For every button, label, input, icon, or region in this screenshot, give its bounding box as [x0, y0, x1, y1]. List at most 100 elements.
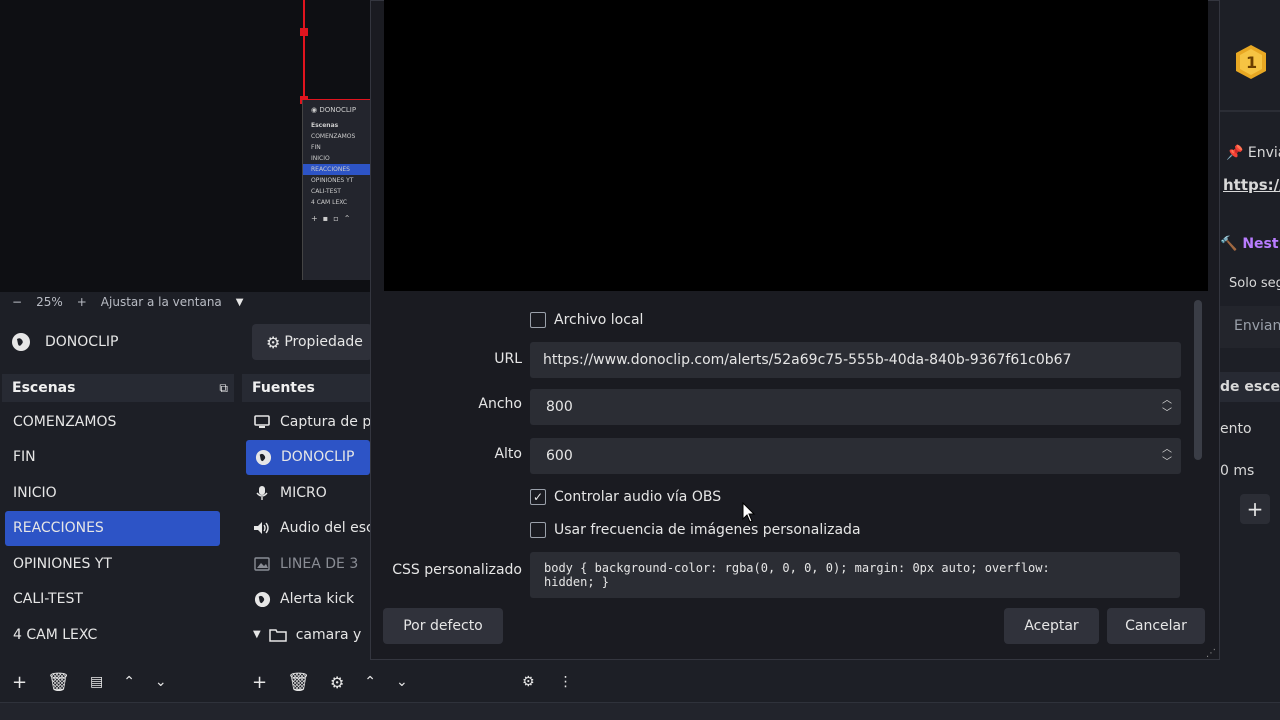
add-transition-button[interactable]: + — [1240, 494, 1270, 524]
remove-source-button[interactable]: 🗑 — [287, 672, 310, 693]
chevron-up-icon[interactable]: ︿ — [1162, 443, 1172, 456]
local-file-checkbox[interactable] — [530, 312, 546, 328]
local-file-row[interactable]: Archivo local — [530, 312, 643, 328]
source-item-label: camara y — [295, 626, 362, 643]
source-item-label: LINEA DE 3 — [280, 555, 359, 572]
status-bar — [0, 702, 1280, 720]
defaults-button[interactable]: Por defecto — [383, 608, 503, 644]
source-item[interactable]: ▼ camara y — [242, 617, 370, 653]
mini-title-text: DONOCLIP — [319, 106, 357, 114]
globe-icon — [12, 333, 30, 351]
resize-handle[interactable] — [300, 28, 308, 36]
dialog-scrollbar[interactable] — [1194, 300, 1202, 460]
scene-item[interactable]: FIN — [2, 440, 234, 476]
scene-item[interactable]: REACCIONES — [5, 510, 220, 546]
only-label: Solo seg — [1229, 276, 1280, 291]
zoom-dropdown-icon[interactable]: ▼ — [236, 297, 244, 308]
zoom-out-button[interactable]: − — [12, 295, 22, 309]
microphone-icon — [253, 484, 271, 502]
add-source-button[interactable]: + — [252, 672, 267, 693]
chevron-down-icon[interactable]: ﹀ — [1162, 407, 1172, 420]
scene-item[interactable]: OPINIONES YT — [2, 546, 234, 582]
expand-chevron-icon[interactable]: ▼ — [253, 629, 261, 640]
chevron-down-icon[interactable]: ﹀ — [1162, 456, 1172, 469]
source-item[interactable]: Captura de p — [242, 404, 370, 440]
mini-list: COMENZAMOS FIN INICIO REACCIONES OPINIONES Y… — [303, 131, 372, 208]
url-input[interactable]: https://www.donoclip.com/alerts/52a69c75… — [530, 342, 1181, 378]
zoom-bar: − 25% + Ajustar a la ventana ▼ — [0, 292, 372, 312]
accept-button[interactable]: Aceptar — [1004, 608, 1099, 644]
zoom-level: 25% — [36, 295, 63, 309]
move-down-button[interactable]: ⌄ — [155, 674, 167, 690]
mini-list-item: OPINIONES YT — [311, 177, 354, 184]
add-scene-button[interactable]: + — [12, 672, 27, 693]
resize-grip-icon[interactable]: ⋰ — [1206, 648, 1216, 659]
speaker-icon — [253, 519, 271, 537]
right-dock: 1 📌 Envia https:// 🔨 Nest Solo seg Envia… — [1220, 0, 1280, 720]
move-up-button[interactable]: ⌃ — [364, 674, 376, 690]
move-up-button[interactable]: ⌃ — [123, 674, 135, 690]
gear-icon: ⚙ — [266, 332, 281, 352]
scene-item[interactable]: COMENZAMOS — [2, 404, 234, 440]
control-audio-row[interactable]: ✓ Controlar audio vía OBS — [530, 489, 721, 505]
scene-item[interactable]: CALI-TEST — [2, 582, 234, 618]
transition-type[interactable]: ento — [1220, 421, 1252, 437]
custom-css-textarea[interactable]: body { background-color: rgba(0, 0, 0, 0… — [530, 552, 1180, 598]
transitions-title-text: de escen — [1220, 379, 1280, 395]
source-item-label: Alerta kick — [280, 591, 355, 608]
scene-item[interactable]: 4 CAM LEXC — [2, 617, 234, 653]
transitions-title: de escen — [1220, 372, 1280, 402]
send-input[interactable]: Envian — [1220, 306, 1280, 348]
sources-dock: Fuentes Captura de p DONOCLIP MICRO Audio d… — [242, 374, 370, 664]
transition-duration[interactable]: 0 ms — [1220, 463, 1254, 479]
width-spin-buttons[interactable]: ︿ ﹀ — [1153, 389, 1181, 425]
monitor-icon — [253, 413, 271, 431]
height-spin-buttons[interactable]: ︿ ﹀ — [1153, 438, 1181, 474]
scenes-dock: Escenas ⧉ COMENZAMOS FIN INICIO REACCIONES O… — [2, 374, 234, 664]
nest-text: Nest — [1242, 236, 1279, 252]
local-file-label: Archivo local — [554, 312, 644, 328]
selected-source-name: DONOCLIP — [45, 334, 119, 350]
fit-window-button[interactable]: Ajustar a la ventana — [101, 295, 222, 309]
mini-list-item: COMENZAMOS — [311, 133, 356, 140]
pin-send-label: 📌 Envia — [1226, 145, 1280, 161]
badge-icon: 1 — [1234, 44, 1268, 80]
scene-toolbar: + 🗑 ▤ ⌃ ⌄ — [2, 664, 234, 700]
source-item[interactable]: Alerta kick — [242, 582, 370, 618]
scene-filters-button[interactable]: ▤ — [90, 674, 103, 690]
custom-css-label: CSS personalizado — [392, 562, 522, 578]
custom-fps-checkbox[interactable] — [530, 522, 546, 538]
height-spinbox[interactable]: 600 ︿ ﹀ — [530, 438, 1181, 474]
source-toolbar: + 🗑 ⚙ ⌃ ⌄ — [242, 664, 442, 700]
scene-item[interactable]: INICIO — [2, 475, 234, 511]
source-item[interactable]: Audio del esc — [242, 511, 370, 547]
custom-fps-row[interactable]: Usar frecuencia de imágenes personalizad… — [530, 522, 861, 538]
properties-button[interactable]: ⚙ Propiedade — [252, 324, 372, 360]
send-button-text: Envian — [1234, 318, 1280, 334]
control-audio-checkbox[interactable]: ✓ — [530, 489, 546, 505]
undock-icon[interactable]: ⧉ — [219, 381, 228, 396]
source-item[interactable]: DONOCLIP — [246, 439, 370, 475]
source-properties-button[interactable]: ⚙ — [330, 673, 344, 692]
zoom-in-button[interactable]: + — [77, 295, 87, 309]
cancel-button[interactable]: Cancelar — [1107, 608, 1205, 644]
advanced-audio-gear-icon[interactable]: ⚙ — [522, 674, 535, 690]
sources-dock-title: Fuentes — [242, 374, 370, 402]
source-item[interactable]: LINEA DE 3 — [242, 546, 370, 582]
badge-number: 1 — [1246, 53, 1258, 72]
remove-scene-button[interactable]: 🗑 — [47, 672, 70, 693]
scene-list: COMENZAMOS FIN INICIO REACCIONES OPINIONES Y… — [2, 402, 234, 653]
more-options-icon[interactable]: ⋮ — [559, 674, 573, 690]
width-spinbox[interactable]: 800 ︿ ﹀ — [530, 389, 1181, 425]
source-item[interactable]: MICRO — [242, 475, 370, 511]
folder-icon — [268, 626, 287, 644]
height-value: 600 — [546, 448, 573, 464]
scenes-title: Escenas — [12, 380, 76, 396]
globe-icon — [254, 448, 272, 466]
chevron-up-icon[interactable]: ︿ — [1162, 394, 1172, 407]
mini-toolbar: + ▪ ▫ ⌃ — [311, 214, 351, 223]
source-item-label: Captura de p — [280, 413, 370, 430]
move-down-button[interactable]: ⌄ — [396, 674, 408, 690]
link-text[interactable]: https:// — [1223, 176, 1280, 194]
mini-list-item: 4 CAM LEXC — [311, 199, 348, 206]
